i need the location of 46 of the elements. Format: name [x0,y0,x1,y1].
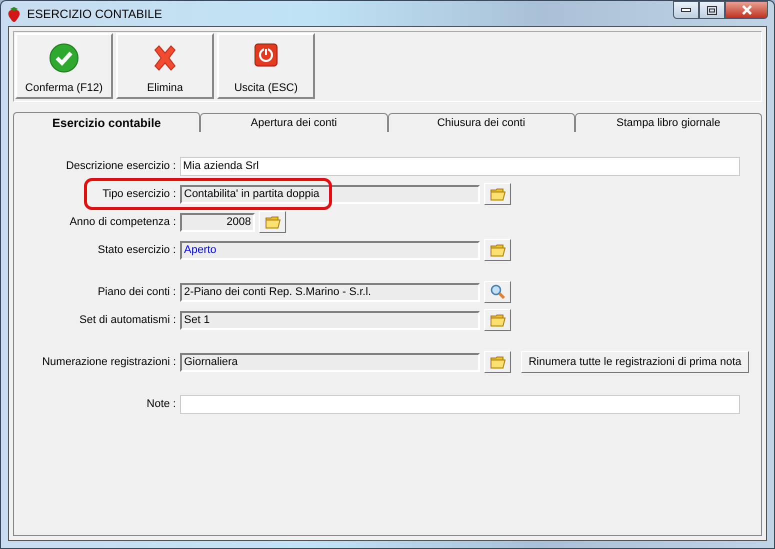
toolbar-button[interactable]: Conferma (F12) [15,33,113,99]
browse-button[interactable] [484,183,511,205]
field-label: Numerazione registrazioni : [41,356,176,368]
strawberry-icon [7,6,21,22]
folder-icon [490,243,506,257]
browse-button[interactable] [484,351,511,373]
field-label: Descrizione esercizio : [64,160,176,172]
folder-icon [490,187,506,201]
input-field[interactable]: Mia azienda Srl [180,156,740,176]
field-label: Tipo esercizio : [101,188,176,200]
readonly-field[interactable]: Contabilita' in partita doppia [180,184,480,204]
close-button[interactable] [725,1,768,19]
field-label: Anno di competenza : [68,216,176,228]
search-button[interactable] [484,281,511,303]
folder-icon [490,313,506,327]
search-icon [490,284,506,300]
tab[interactable]: Stampa libro giornale [574,113,762,132]
renumber-button[interactable]: Rinumera tutte le registrazioni di prima nota [521,351,749,373]
tab[interactable]: Chiusura dei conti [388,113,575,132]
field-label: Note : [146,398,176,410]
power-icon [254,43,278,67]
tab[interactable]: Apertura dei conti [200,113,388,132]
checkmark-icon [49,43,79,73]
toolbar-button[interactable]: Elimina [116,33,214,99]
toolbar-button[interactable]: Uscita (ESC) [217,33,315,99]
input-field[interactable] [180,394,740,414]
browse-button[interactable] [259,211,286,233]
maximize-button[interactable] [699,1,725,19]
tab[interactable]: Esercizio contabile [13,112,200,132]
window-title: ESERCIZIO CONTABILE [27,6,162,20]
year-field[interactable]: 2008 [180,212,255,232]
field-label: Set di automatismi : [78,314,176,326]
close-icon [740,5,752,15]
minimize-icon [681,8,691,12]
maximize-icon [707,6,717,14]
minimize-button[interactable] [673,1,699,19]
folder-icon [264,215,280,229]
browse-button[interactable] [484,239,511,261]
readonly-field[interactable]: 2-Piano dei conti Rep. S.Marino - S.r.l. [180,282,480,302]
readonly-field[interactable]: Set 1 [180,310,480,330]
field-label: Piano dei conti : [96,286,176,298]
readonly-field[interactable]: Aperto [180,240,480,260]
browse-button[interactable] [484,309,511,331]
folder-icon [490,355,506,369]
readonly-field[interactable]: Giornaliera [180,352,480,372]
field-label: Stato esercizio : [96,244,176,256]
